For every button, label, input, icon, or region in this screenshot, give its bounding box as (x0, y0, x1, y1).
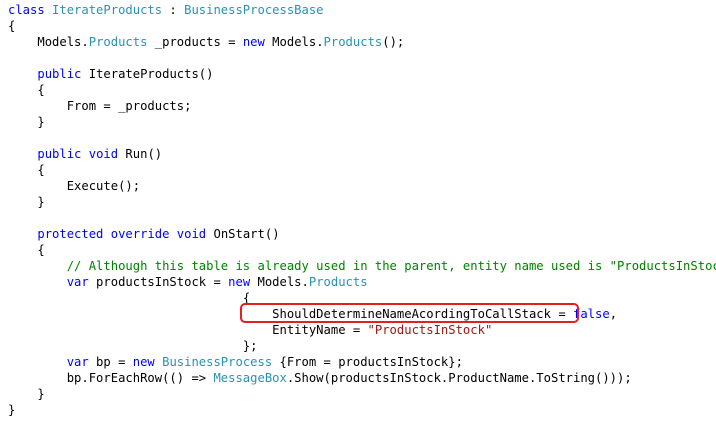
code-token: "ProductsInStock" (367, 323, 493, 337)
code-token: BusinessProcess (162, 355, 273, 369)
code-line: } (8, 114, 45, 130)
code-token: } (37, 195, 45, 209)
code-token: {From = productsInStock}; (272, 355, 463, 369)
code-line: { (8, 18, 15, 34)
code-token: protected (37, 227, 104, 241)
code-line: From = _products; (8, 98, 192, 114)
code-line: public IterateProducts() (8, 66, 213, 82)
code-token: void (88, 147, 119, 161)
code-token: { (37, 243, 45, 257)
code-line: { (8, 82, 45, 98)
code-line: protected override void OnStart() (8, 226, 280, 242)
code-token: (); (382, 35, 405, 49)
code-editor[interactable]: class IterateProducts : BusinessProcessB… (0, 0, 716, 424)
code-token: public (37, 147, 82, 161)
code-token: , (609, 307, 618, 321)
code-token: bp = (88, 355, 133, 369)
code-token: MessageBox (213, 371, 287, 385)
code-token: new (242, 35, 265, 49)
code-token: var (66, 355, 89, 369)
code-token: BusinessProcessBase (184, 3, 324, 17)
code-line: var bp = new BusinessProcess {From = pro… (8, 354, 463, 370)
code-token: Products (323, 35, 383, 49)
code-line: } (8, 386, 45, 402)
code-line: class IterateProducts : BusinessProcessB… (8, 2, 324, 18)
code-line: { (8, 242, 45, 258)
code-line: Models.Products _products = new Models.P… (8, 34, 404, 50)
code-token: }; (242, 339, 258, 353)
code-token: Models. (264, 35, 324, 49)
code-token: OnStart() (206, 227, 280, 241)
code-token: var (66, 275, 89, 289)
highlight-box (240, 303, 579, 323)
code-line: public void Run() (8, 146, 162, 162)
code-token: new (228, 275, 251, 289)
code-token: .Show(productsInStock.ProductName.ToStri… (286, 371, 632, 385)
code-token: Run() (118, 147, 163, 161)
code-token: From = _products; (66, 99, 192, 113)
code-line: { (8, 290, 250, 306)
code-token: class (8, 3, 45, 17)
code-token: EntityName = (272, 323, 368, 337)
code-token: } (37, 115, 45, 129)
code-line: Execute(); (8, 178, 140, 194)
code-token: Products (308, 275, 368, 289)
code-token: productsInStock = (88, 275, 229, 289)
code-line: { (8, 162, 45, 178)
code-line: EntityName = "ProductsInStock" (8, 322, 492, 338)
code-token: new (132, 355, 155, 369)
code-token: bp.ForEachRow(() => (66, 371, 214, 385)
code-token: public (37, 67, 82, 81)
code-token: { (37, 83, 45, 97)
code-token: // Although this table is already used i… (66, 259, 716, 273)
code-token: { (37, 163, 45, 177)
code-line: } (8, 194, 45, 210)
code-line: var productsInStock = new Models.Product… (8, 274, 368, 290)
code-token: { (8, 19, 16, 33)
code-token: Models. (250, 275, 309, 289)
code-line: } (8, 402, 15, 418)
code-token: _products = (147, 35, 243, 49)
code-token: Models. (37, 35, 89, 49)
code-token: void (176, 227, 207, 241)
code-token: IterateProducts (52, 3, 163, 17)
code-line: bp.ForEachRow(() => MessageBox.Show(prod… (8, 370, 632, 386)
code-token: IterateProducts() (81, 67, 214, 81)
code-token: : (162, 3, 185, 17)
code-token: } (37, 387, 45, 401)
code-line: // Although this table is already used i… (8, 258, 716, 274)
code-line: }; (8, 338, 258, 354)
code-token: Execute(); (66, 179, 141, 193)
code-token: Products (88, 35, 148, 49)
code-token: } (8, 403, 16, 417)
code-token: override (110, 227, 170, 241)
